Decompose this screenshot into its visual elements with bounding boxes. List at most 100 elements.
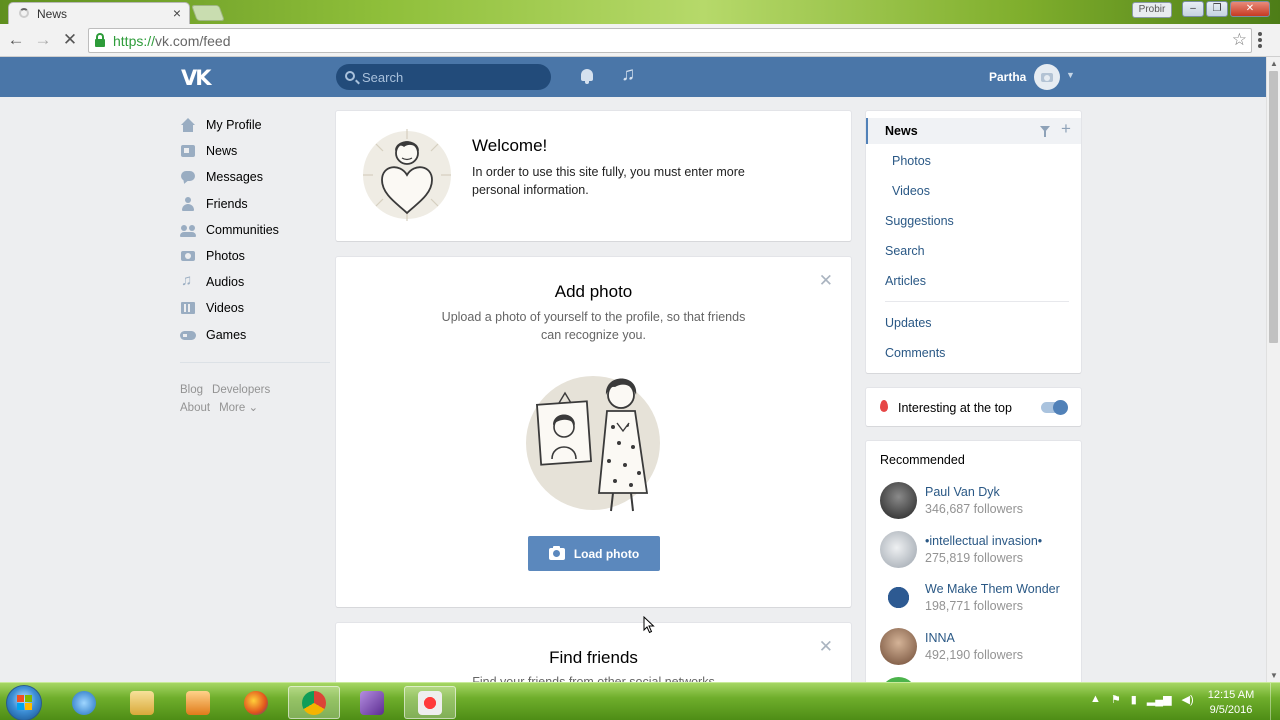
filter-item-photos[interactable]: Photos [892, 154, 931, 168]
filter-funnel-icon[interactable] [1040, 126, 1050, 137]
chrome-icon [302, 690, 326, 715]
nav-item-photos[interactable]: Photos [180, 243, 330, 269]
signal-icon[interactable]: ▂▄▆ [1147, 693, 1172, 706]
messages-icon [180, 169, 196, 185]
search-box[interactable] [336, 64, 551, 90]
avatar[interactable] [880, 579, 917, 616]
footer-link-developers[interactable]: Developers [212, 384, 270, 396]
communities-icon [180, 222, 196, 238]
nav-item-audios[interactable]: Audios [180, 269, 330, 295]
footer-link-blog[interactable]: Blog [180, 384, 203, 396]
toggle-label: Interesting at the top [898, 401, 1012, 415]
taskbar-chrome[interactable] [288, 686, 340, 719]
avatar[interactable] [880, 628, 917, 665]
recommended-item[interactable]: INNA 492,190 followers [880, 628, 1075, 668]
scroll-down-icon[interactable]: ▼ [1270, 671, 1278, 680]
search-icon [345, 71, 355, 81]
notifications-bell-icon[interactable] [580, 69, 594, 85]
close-window-button[interactable]: ✕ [1230, 1, 1270, 17]
filter-item-comments[interactable]: Comments [885, 346, 945, 360]
fire-icon [880, 400, 888, 412]
add-photo-card: ✕ Add photo Upload a photo of yourself t… [336, 257, 851, 607]
footer-link-about[interactable]: About [180, 402, 210, 414]
clock-date: 9/5/2016 [1209, 704, 1253, 716]
taskbar-visual-studio[interactable] [346, 686, 398, 719]
add-photo-text: Upload a photo of yourself to the profil… [441, 310, 746, 342]
url-text: https://vk.com/feed [113, 33, 231, 49]
nav-item-my-profile[interactable]: My Profile [180, 112, 330, 138]
tray-expand-icon[interactable]: ▲ [1090, 693, 1101, 706]
filter-item-suggestions[interactable]: Suggestions [885, 214, 954, 228]
header-user-name[interactable]: Partha [989, 70, 1026, 84]
new-tab-button[interactable] [191, 5, 225, 21]
find-friends-title: Find friends [549, 648, 638, 667]
bookmark-star-icon[interactable]: ☆ [1232, 30, 1247, 50]
volume-icon[interactable]: ◀) [1182, 693, 1194, 706]
avatar[interactable] [880, 482, 917, 519]
record-icon [418, 690, 442, 715]
add-photo-illustration [526, 376, 660, 512]
page-scrollbar[interactable]: ▲ ▼ [1266, 57, 1280, 682]
welcome-text: In order to use this site fully, you mus… [472, 165, 745, 197]
taskbar-media-player[interactable] [172, 686, 224, 719]
nav-item-news[interactable]: News [180, 138, 330, 164]
nav-item-messages[interactable]: Messages [180, 164, 330, 190]
tab-close-icon[interactable]: × [173, 5, 181, 21]
scrollbar-thumb[interactable] [1269, 71, 1278, 343]
browser-titlebar: News × Probir – ❐ ✕ [0, 0, 1280, 24]
vk-logo[interactable]: VK [181, 66, 211, 90]
camera-icon [1041, 73, 1053, 82]
windows-taskbar: ▲ ⚑ ▮ ▂▄▆ ◀) 12:15 AM 9/5/2016 [0, 682, 1280, 720]
show-desktop-button[interactable] [1270, 683, 1280, 720]
taskbar-screen-recorder[interactable] [404, 686, 456, 719]
chrome-menu-icon[interactable] [1258, 32, 1262, 48]
restore-button[interactable]: ❐ [1206, 1, 1228, 17]
filter-item-articles[interactable]: Articles [885, 274, 926, 288]
nav-item-games[interactable]: Games [180, 322, 330, 348]
browser-tab-news[interactable]: News × [8, 2, 190, 24]
search-input[interactable] [362, 68, 542, 86]
photos-icon [180, 248, 196, 264]
music-note-icon[interactable]: ♫ [621, 64, 635, 86]
clock-time: 12:15 AM [1207, 689, 1255, 701]
address-bar[interactable]: https://vk.com/feed ☆ [88, 28, 1252, 53]
forward-arrow-icon[interactable]: → [33, 30, 53, 50]
add-photo-title: Add photo [554, 282, 633, 301]
load-photo-label: Load photo [573, 546, 640, 561]
minimize-button[interactable]: – [1182, 1, 1204, 17]
filter-item-news[interactable]: News + [866, 118, 1081, 144]
nav-item-videos[interactable]: Videos [180, 295, 330, 321]
footer-link-more[interactable]: More ⌄ [219, 402, 258, 414]
taskbar-firefox[interactable] [230, 686, 282, 719]
filter-item-search[interactable]: Search [885, 244, 925, 258]
firefox-icon [244, 690, 268, 715]
back-arrow-icon[interactable]: ← [6, 30, 26, 50]
recommended-item[interactable]: Paul Van Dyk 346,687 followers [880, 482, 1075, 522]
interesting-at-top-toggle[interactable] [1041, 400, 1068, 415]
folder-icon [130, 690, 154, 715]
camera-icon [548, 545, 565, 560]
scroll-up-icon[interactable]: ▲ [1270, 59, 1278, 68]
chevron-down-icon[interactable]: ▼ [1066, 70, 1075, 80]
welcome-title: Welcome! [472, 136, 548, 155]
nav-item-friends[interactable]: Friends [180, 191, 330, 217]
filter-item-videos[interactable]: Videos [892, 184, 930, 198]
flag-icon[interactable]: ⚑ [1111, 693, 1121, 706]
add-plus-icon[interactable]: + [1061, 120, 1071, 137]
taskbar-clock[interactable]: 12:15 AM 9/5/2016 [1200, 688, 1262, 718]
power-icon[interactable]: ▮ [1131, 693, 1137, 706]
taskbar-internet-explorer[interactable] [58, 686, 110, 719]
start-button[interactable] [6, 685, 42, 720]
left-navigation: My Profile News Messages Friends Communi… [180, 112, 330, 417]
recommended-item[interactable]: We Make Them Wonder 198,771 followers [880, 579, 1075, 619]
load-photo-button[interactable]: Load photo [528, 536, 660, 571]
browser-profile-button[interactable]: Probir [1132, 2, 1172, 18]
stop-loading-icon[interactable]: ✕ [60, 30, 80, 50]
avatar[interactable] [880, 531, 917, 568]
filter-item-updates[interactable]: Updates [885, 316, 932, 330]
taskbar-file-explorer[interactable] [116, 686, 168, 719]
recommended-card: Recommended Paul Van Dyk 346,687 followe… [866, 441, 1081, 701]
header-avatar[interactable] [1034, 64, 1060, 90]
recommended-item[interactable]: •intellectual invasion• 275,819 follower… [880, 531, 1075, 571]
nav-item-communities[interactable]: Communities [180, 217, 330, 243]
